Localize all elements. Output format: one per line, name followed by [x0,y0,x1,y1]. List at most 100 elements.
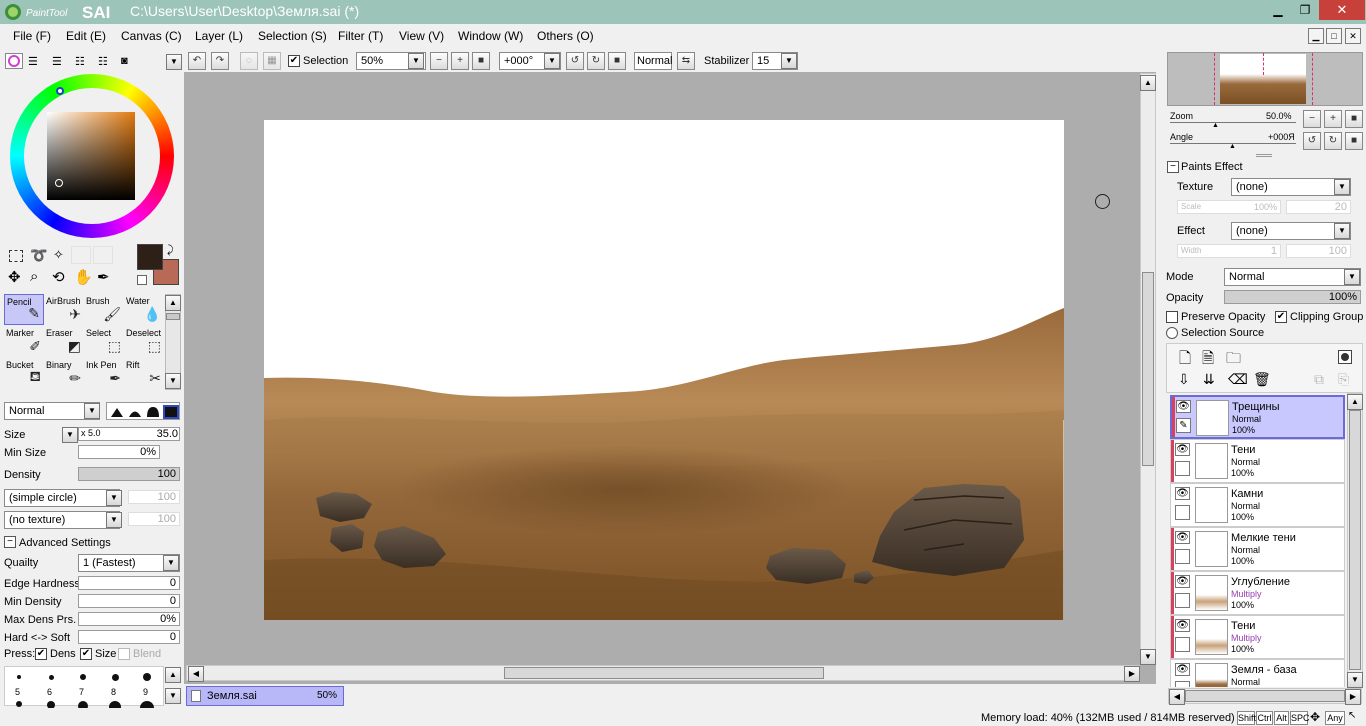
scratchpad-tab[interactable]: ☷ [98,55,108,68]
layer-row[interactable]: 👁 Тени Multiply 100% [1170,615,1345,659]
brush-shape-strength[interactable]: 100 [128,490,180,504]
nav-zoom-out-button[interactable]: − [1303,110,1321,128]
press-size-checkbox[interactable]: ✔ [80,648,92,660]
tool-scroll-down-icon[interactable]: ▼ [165,373,181,389]
visibility-eye-icon[interactable]: 👁 [1175,443,1190,456]
effect-dropdown-icon[interactable]: ▼ [1334,223,1350,239]
eyedropper-icon[interactable]: ✒ [97,268,110,286]
menu-selection[interactable]: Selection (S) [258,29,327,43]
rotate-right-button[interactable]: ↻ [587,52,605,70]
maximize-button[interactable]: ❐ [1291,0,1319,20]
tool-airbrush[interactable]: AirBrush ✈ [44,294,84,325]
texture-select[interactable]: (none) [1231,178,1351,196]
zoom-tool-icon[interactable]: ⌕ [30,268,38,285]
visibility-eye-icon[interactable]: 👁 [1175,663,1190,676]
layer-scroll-up-icon[interactable]: ▲ [1347,394,1363,410]
tool-bucket[interactable]: Bucket ⛾ [4,358,44,389]
new-linework-layer-icon[interactable]: 🗎 [1202,348,1214,373]
rotate-left-button[interactable]: ↺ [566,52,584,70]
visibility-eye-icon[interactable]: 👁 [1176,400,1191,413]
layer-select-box[interactable] [1175,461,1190,476]
color-panel-menu-icon[interactable]: ▼ [166,54,182,70]
zoom-dropdown-icon[interactable]: ▼ [408,53,424,69]
brush-shape-selector[interactable] [106,402,180,420]
panel-splitter[interactable] [1256,154,1272,157]
move-icon[interactable]: ✥ [8,268,21,286]
delete-layer-icon[interactable]: 🗑 [1253,371,1271,388]
horizontal-scroll-thumb[interactable] [504,667,824,679]
visibility-eye-icon[interactable]: 👁 [1175,575,1190,588]
rotate-reset-button[interactable]: ■ [608,52,626,70]
menu-window[interactable]: Window (W) [458,29,523,43]
magic-wand-icon[interactable]: ✧ [53,247,64,263]
mdi-restore-button[interactable]: □ [1326,28,1342,44]
layer-row[interactable]: 👁 ✎ Трещины Normal 100% [1170,395,1345,439]
hard-soft-slider[interactable]: 0 [78,630,180,644]
swap-colors-icon[interactable]: ⤸ [167,244,174,257]
brush-size-dot[interactable] [143,673,151,681]
scroll-right-icon[interactable]: ▶ [1124,666,1140,682]
layer-mode-select[interactable]: Normal [1224,268,1361,286]
layer-select-box[interactable] [1175,681,1190,687]
tool-pencil[interactable]: Pencil ✎ [4,294,44,325]
tool-scroll-thumb[interactable] [166,313,180,320]
brush-size-dot[interactable] [17,675,21,679]
collapse-advanced-icon[interactable]: − [4,536,16,548]
tool-ink-pen[interactable]: Ink Pen ✒ [84,358,124,389]
deselect-button[interactable]: ◌ [240,52,258,70]
menu-file[interactable]: File (F) [13,29,51,43]
stabilizer-dropdown-icon[interactable]: ▼ [781,53,797,69]
rect-select-icon[interactable] [9,250,23,262]
merge-down-icon[interactable]: ⇊ [1203,371,1215,388]
transparent-color-icon[interactable] [137,275,147,285]
lasso-icon[interactable]: ➰ [30,247,47,264]
vertical-scroll-thumb[interactable] [1142,272,1154,466]
swatches-tab[interactable]: ☷ [75,55,85,68]
menu-edit[interactable]: Edit (E) [66,29,106,43]
layer-select-box[interactable] [1175,593,1190,608]
nav-zoom-reset-button[interactable]: ■ [1345,110,1363,128]
navigator-preview[interactable] [1167,52,1363,106]
quality-dropdown-icon[interactable]: ▼ [163,555,179,571]
layer-paste-icon[interactable]: ⎘ [1338,371,1349,388]
brush-size-dot[interactable] [80,674,86,680]
tool-rift[interactable]: Rift ✂ [124,358,164,389]
nav-zoom-thumb[interactable]: ▲ [1212,122,1219,129]
layer-select-box[interactable] [1175,637,1190,652]
layer-row[interactable]: 👁 Углубление Multiply 100% [1170,571,1345,615]
brush-size-dot[interactable] [111,673,119,681]
layer-mode-dropdown-icon[interactable]: ▼ [1344,269,1360,285]
menu-others[interactable]: Others (O) [537,29,594,43]
brush-texture-select[interactable]: (no texture) [4,511,120,529]
preserve-opacity-checkbox[interactable] [1166,311,1178,323]
selection-checkbox[interactable]: ✔ [288,55,300,67]
tool-select[interactable]: Select ⬚ [84,326,124,357]
primary-color-swatch[interactable] [137,244,163,270]
tool-marker[interactable]: Marker ✐ [4,326,44,357]
tool-eraser[interactable]: Eraser ◩ [44,326,84,357]
brush-size-dot[interactable] [48,674,54,680]
visibility-eye-icon[interactable]: 👁 [1175,531,1190,544]
nav-rotate-reset-button[interactable]: ■ [1345,132,1363,150]
menu-canvas[interactable]: Canvas (C) [121,29,182,43]
press-dens-checkbox[interactable]: ✔ [35,648,47,660]
texture-dropdown-icon[interactable]: ▼ [1334,179,1350,195]
clear-layer-icon[interactable]: ⌫ [1228,371,1248,388]
nav-rotate-right-button[interactable]: ↻ [1324,132,1342,150]
brush-shape-dropdown-icon[interactable]: ▼ [106,490,122,506]
min-density-slider[interactable]: 0 [78,594,180,608]
tool-binary[interactable]: Binary ✏ [44,358,84,389]
transfer-down-icon[interactable]: ⇩ [1178,371,1190,388]
layer-scroll-right-icon[interactable]: ▶ [1345,689,1361,705]
view-blend-field[interactable]: Normal [634,52,672,70]
effect-strength-slider[interactable]: 100 [1286,244,1351,258]
layer-select-box[interactable] [1175,549,1190,564]
menu-view[interactable]: View (V) [399,29,444,43]
flip-button[interactable]: ⇆ [677,52,695,70]
layer-mask-icon[interactable] [1338,350,1352,364]
advanced-settings-label[interactable]: Advanced Settings [19,537,111,549]
tool-scroll-up-icon[interactable]: ▲ [165,295,181,311]
rgb-slider-tab[interactable]: ☰ [28,55,38,68]
color-wheel-tab[interactable] [5,53,23,69]
scroll-left-icon[interactable]: ◀ [188,666,204,682]
